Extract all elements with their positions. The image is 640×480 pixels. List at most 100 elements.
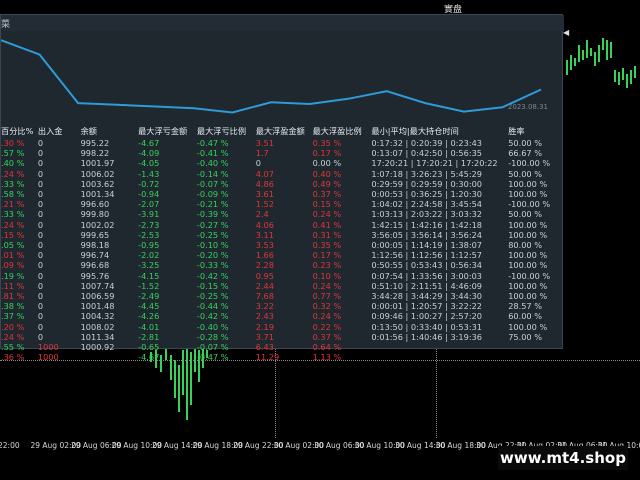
table-cell — [508, 342, 562, 352]
panel-header-glyph[interactable]: 菜 — [1, 17, 10, 30]
table-cell: .09 % — [1, 260, 25, 271]
table-cell: -0.20 % — [196, 250, 229, 261]
table-cell: .21 % — [1, 199, 25, 210]
table-cell: 0:17:32 | 0:20:39 | 0:23:43 — [371, 138, 483, 148]
table-cell: 2.43 — [255, 311, 274, 322]
table-cell: -1.52 — [138, 280, 160, 291]
table-cell: 100.00 % — [508, 178, 548, 189]
table-cell: -2.81 — [138, 331, 160, 342]
table-cell: 0.17 % — [312, 148, 342, 159]
table-row: .01 % 0 996.74 -2.02 -0.20 % 1.66 0.17 % 1:12:5… — [1, 250, 562, 260]
watermark: www.mt4.shop — [498, 446, 628, 470]
table-cell: .58 % — [1, 189, 25, 200]
table-cell — [508, 352, 562, 362]
table-cell: 1007.74 — [80, 280, 115, 291]
table-cell: 3.71 — [255, 331, 274, 342]
table-cell: -0.07 % — [196, 342, 229, 353]
table-cell: -0.95 — [138, 240, 160, 251]
table-cell: 0.24 % — [312, 280, 342, 291]
candle — [178, 365, 180, 412]
table-cell: .05 % — [1, 240, 25, 251]
candle — [610, 42, 612, 58]
table-cell: -0.65 — [138, 342, 160, 353]
table-cell: 0 — [37, 158, 44, 169]
table-cell: 2.4 — [255, 209, 269, 220]
table-cell: 0.77 % — [312, 291, 342, 302]
table-row: .38 % 0 1001.48 -4.45 -0.44 % 3.22 0.32 % 0:00:… — [1, 301, 562, 311]
table-cell: -4.26 — [138, 311, 160, 322]
table-cell: 100.00 % — [508, 280, 548, 291]
candle — [590, 48, 592, 56]
table-row: .37 % 0 1004.32 -4.26 -0.42 % 2.43 0.24 % 0:09:… — [1, 311, 562, 321]
table-cell: .33 % — [1, 178, 25, 189]
table-cell: -0.10 % — [196, 240, 229, 251]
table-cell: 0 — [37, 189, 44, 200]
table-cell: 1.13 % — [312, 352, 342, 363]
column-header: 最小|平均|最大持仓时间 — [371, 126, 459, 137]
table-cell: 996.68 — [80, 260, 110, 271]
table-cell: -3.25 — [138, 260, 160, 271]
table-row: .30 % 0 995.22 -4.67 -0.47 % 3.51 0.35 % 0:17:3… — [1, 138, 562, 148]
table-cell: -0.07 % — [196, 178, 229, 189]
table-cell: .40 % — [1, 158, 25, 169]
table-cell: .01 % — [1, 250, 25, 261]
table-cell: .20 % — [1, 321, 25, 332]
table-cell: -0.72 — [138, 178, 160, 189]
table-cell: 0 — [37, 291, 44, 302]
candle — [570, 55, 572, 70]
table-cell: 0.49 % — [312, 178, 342, 189]
table-cell: -2.49 — [138, 291, 160, 302]
table-cell: 1000 — [37, 342, 59, 353]
candle — [566, 60, 568, 75]
candle — [598, 45, 600, 62]
table-cell: 0 — [37, 138, 44, 148]
table-cell: 17:20:21 | 17:20:21 | 17:20:22 — [371, 158, 498, 169]
table-cell: 0 — [37, 240, 44, 251]
table-cell: -100.00 % — [508, 270, 551, 281]
table-cell: -0.27 % — [196, 219, 229, 230]
candle — [586, 40, 588, 58]
candle — [602, 38, 604, 50]
table-row: .11 % 0 1007.74 -1.52 -0.15 % 2.44 0.24 % 0:51:… — [1, 281, 562, 291]
table-cell: 1001.48 — [80, 301, 115, 312]
table-cell: 1001.34 — [80, 189, 115, 200]
table-cell: 3.51 — [255, 138, 274, 148]
table-cell: 50.00 % — [508, 168, 543, 179]
stats-table: 百分比% 出入金 余额 最大浮亏金额 最大浮亏比例 最大浮盈金额 最大浮盈比例 最小|平均|最… — [1, 125, 562, 362]
table-cell: 100.00 % — [508, 291, 548, 302]
table-cell: 998.18 — [80, 240, 110, 251]
table-cell: -0.28 % — [196, 331, 229, 342]
table-cell: .24 % — [1, 219, 25, 230]
table-cell: 1000 — [37, 352, 59, 363]
table-cell: 0:07:54 | 1:33:56 | 3:00:03 — [371, 270, 483, 281]
table-cell: 100.00 % — [508, 219, 548, 230]
table-cell: 999.65 — [80, 229, 110, 240]
table-cell — [371, 342, 508, 352]
table-cell: -0.47 % — [196, 138, 229, 148]
table-cell: -0.09 % — [196, 189, 229, 200]
table-cell: -2.53 — [138, 229, 160, 240]
table-cell: 1:12:56 | 1:12:56 | 1:12:57 — [371, 250, 483, 261]
table-cell: 4.86 — [255, 178, 274, 189]
table-cell: -4.67 — [138, 138, 160, 148]
table-cell: -0.21 % — [196, 199, 229, 210]
table-cell: .37 % — [1, 311, 25, 322]
table-cell: -0.40 % — [196, 321, 229, 332]
table-cell: 0 — [37, 219, 44, 230]
candle — [594, 52, 596, 66]
table-cell: 80.00 % — [508, 240, 543, 251]
table-cell: .19 % — [1, 270, 25, 281]
table-row: .40 % 0 1001.97 -4.05 -0.40 % 0 0.00 % 17:20:21… — [1, 158, 562, 168]
table-cell: 4.06 — [255, 219, 274, 230]
table-cell: 0 — [37, 311, 44, 322]
table-cell: 1004.32 — [80, 311, 115, 322]
table-cell: 50.00 % — [508, 209, 543, 220]
column-header: 最大浮盈比例 — [312, 126, 362, 137]
table-cell: 100.00 % — [508, 260, 548, 271]
table-cell — [371, 352, 508, 362]
table-cell: 0 — [255, 158, 261, 169]
column-header: 百分比% — [1, 126, 34, 137]
expand-arrow-icon[interactable]: ◀ — [563, 28, 569, 37]
table-cell: 0:13:07 | 0:42:50 | 0:56:35 — [371, 148, 483, 159]
table-cell: 0 — [37, 168, 44, 179]
